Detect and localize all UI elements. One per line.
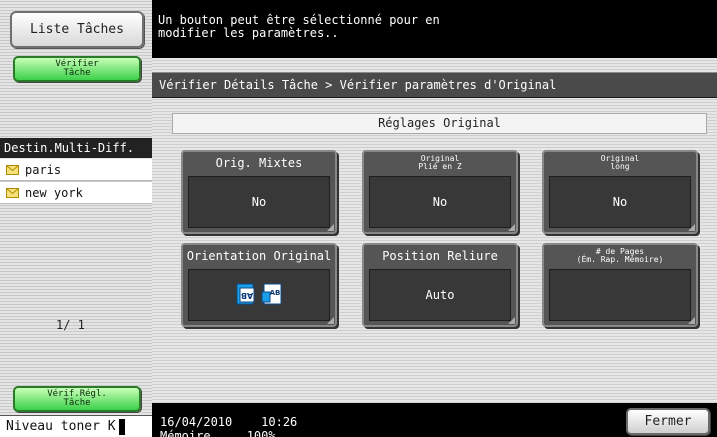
memory-label: Mémoire [160,429,211,437]
page-counter: 1/ 1 [56,318,85,332]
memory-value: 100% [246,429,276,437]
mixed-original-button[interactable]: Orig. Mixtes No [181,150,337,234]
job-list-label: Liste Tâches [30,22,124,37]
date: 16/04/2010 [160,415,233,429]
date-time: 16/04/2010 10:26 [160,416,297,429]
close-button[interactable]: Fermer [626,408,710,435]
envelope-icon [6,164,19,175]
mixed-original-value: No [188,176,330,228]
toner-level: Niveau toner K [0,415,152,437]
corner-mark [688,317,695,324]
svg-text:AB: AB [241,291,253,300]
original-orientation-value: AB AB [188,269,330,321]
destination-item-paris[interactable]: paris [0,159,152,181]
verify-job-label: Vérifier Tâche [55,59,99,78]
binding-position-title: Position Reliure [382,249,498,263]
orientation-left-icon: AB [261,283,283,308]
mixed-original-title: Orig. Mixtes [215,156,303,170]
toner-color: K [107,419,116,434]
binding-position-value: Auto [369,269,511,321]
long-original-button[interactable]: Original long No [542,150,698,234]
envelope-icon [6,187,19,198]
original-orientation-button[interactable]: Orientation Original AB AB [181,243,337,327]
orientation-top-icon: AB [235,283,257,308]
z-folded-original-button[interactable]: Original Plié en Z No [362,150,518,234]
time: 10:26 [261,415,298,429]
z-folded-original-value: No [369,176,511,228]
destination-header: Destin.Multi-Diff. [0,138,152,158]
toner-label: Niveau toner [6,419,100,434]
original-orientation-title: Orientation Original [186,249,332,263]
toner-bar [118,418,125,435]
job-list-button[interactable]: Liste Tâches [10,11,144,48]
verify-settings-button[interactable]: Vérif.Régl. Tâche [13,386,141,412]
memory-status: Mémoire 100% [160,430,276,437]
svg-text:AB: AB [270,289,281,297]
section-title: Réglages Original [172,113,707,134]
binding-position-button[interactable]: Position Reliure Auto [362,243,518,327]
destination-name: new york [25,185,83,200]
z-folded-original-title: Original Plié en Z [418,154,462,171]
instruction-message: Un bouton peut être sélectionné pour en … [158,13,440,40]
verify-settings-label: Vérif.Régl. Tâche [47,389,107,408]
close-label: Fermer [644,414,692,429]
page-count-value [549,269,691,321]
long-original-value: No [549,176,691,228]
long-original-title: Original long [600,154,640,171]
corner-mark [688,224,695,231]
breadcrumb: Vérifier Détails Tâche > Vérifier paramè… [152,72,717,98]
corner-mark [327,317,334,324]
page-count-title: # de Pages (Ém. Rap. Mémoire) [576,247,664,264]
corner-mark [508,317,515,324]
page-count-button[interactable]: # de Pages (Ém. Rap. Mémoire) [542,243,698,327]
left-panel: Liste Tâches Vérifier Tâche Destin.Multi… [0,0,152,437]
destination-name: paris [25,162,62,177]
corner-mark [508,224,515,231]
verify-job-button[interactable]: Vérifier Tâche [13,56,141,82]
destination-item-new-york[interactable]: new york [0,182,152,204]
corner-mark [327,224,334,231]
